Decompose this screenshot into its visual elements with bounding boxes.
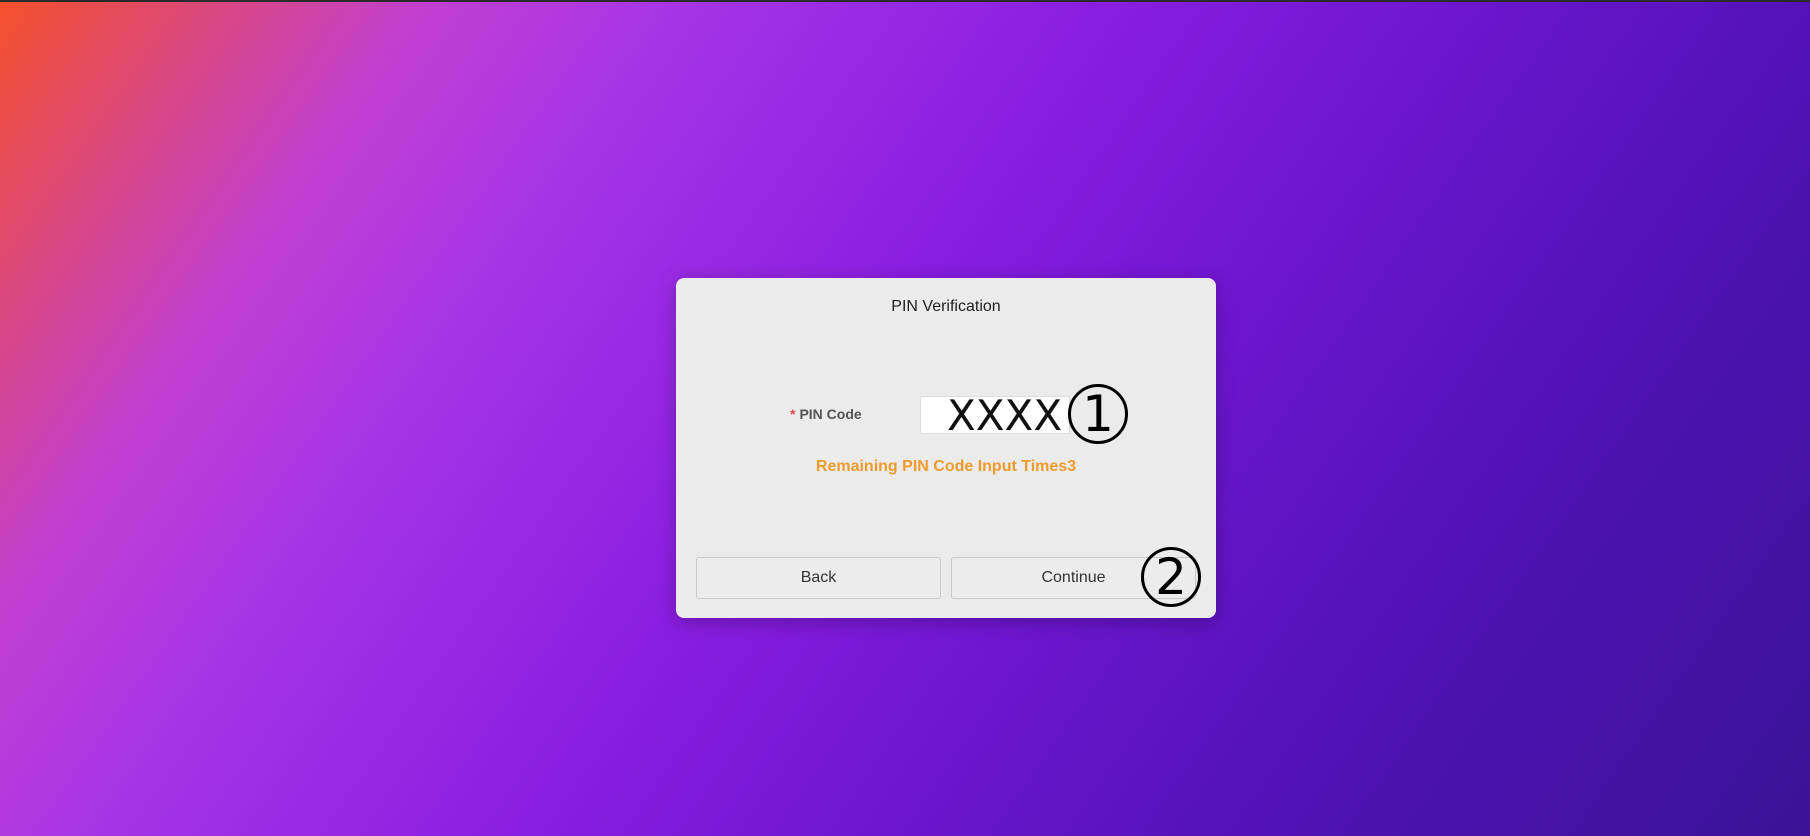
remaining-attempts-message: Remaining PIN Code Input Times3 — [815, 458, 1077, 475]
pin-verification-dialog: PIN Verification *PIN Code 1 Remaining P… — [676, 278, 1216, 618]
required-mark: * — [790, 406, 796, 422]
dialog-title: PIN Verification — [891, 298, 1001, 315]
step-marker-1: 1 — [1068, 384, 1128, 444]
back-button[interactable]: Back — [696, 557, 941, 599]
step-marker-2: 2 — [1141, 547, 1201, 607]
top-edge-line — [0, 0, 1810, 2]
pin-code-label-text: PIN Code — [799, 406, 862, 422]
pin-code-input[interactable] — [920, 396, 1070, 434]
pin-code-label: * PIN Code — [790, 406, 862, 422]
